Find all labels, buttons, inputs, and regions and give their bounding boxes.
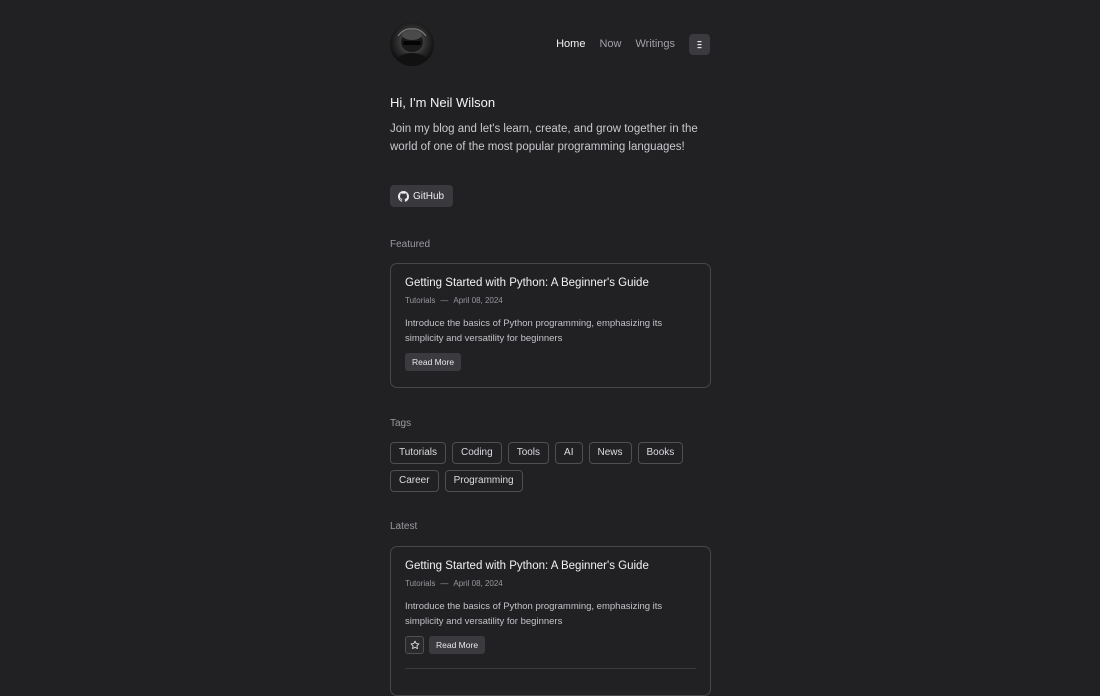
avatar[interactable] [390,22,434,66]
latest-post-card[interactable]: Getting Started with Python: A Beginner'… [390,546,711,696]
menu-icon [697,40,702,48]
tag-programming[interactable]: Programming [444,470,523,492]
post-actions: Read More [405,353,696,371]
post-category[interactable]: Tutorials [405,579,435,588]
featured-heading: Featured [390,239,431,250]
tag-tools[interactable]: Tools [507,442,550,464]
greeting-heading: Hi, I'm Neil Wilson [390,95,496,110]
post-meta: Tutorials — April 08, 2024 [405,578,696,589]
nav-home[interactable]: Home [556,33,585,55]
post-category[interactable]: Tutorials [405,296,435,305]
post-date: April 08, 2024 [453,579,503,588]
tag-list: Tutorials Coding Tools AI News Books Car… [390,442,720,498]
post-title[interactable]: Getting Started with Python: A Beginner'… [405,559,696,574]
avatar-photo [396,28,428,66]
tag-career[interactable]: Career [390,470,439,492]
read-more-button[interactable]: Read More [405,353,462,371]
github-button[interactable]: GitHub [390,185,454,207]
tags-heading: Tags [390,418,412,429]
card-divider [405,668,696,669]
github-icon [398,190,409,202]
site-header: Home Now Writings [390,22,710,66]
post-description: Introduce the basics of Python programmi… [405,318,663,344]
nav-writings[interactable]: Writings [635,33,675,55]
github-label: GitHub [413,190,445,202]
meta-separator: — [440,296,449,305]
post-meta: Tutorials — April 08, 2024 [405,295,696,306]
post-actions: Read More [405,636,696,654]
post-description: Introduce the basics of Python programmi… [405,601,663,627]
post-date: April 08, 2024 [453,296,503,305]
tag-news[interactable]: News [588,442,632,464]
tag-books[interactable]: Books [637,442,684,464]
menu-button[interactable] [689,33,710,55]
meta-separator: — [440,579,449,588]
star-icon [410,640,419,649]
intro-text: Join my blog and let's learn, create, an… [390,123,698,153]
read-more-button[interactable]: Read More [429,636,486,654]
main-nav: Home Now Writings [556,33,710,55]
tag-coding[interactable]: Coding [451,442,502,464]
post-title[interactable]: Getting Started with Python: A Beginner'… [405,276,696,291]
nav-now[interactable]: Now [599,33,621,55]
star-button[interactable] [405,636,424,654]
tag-tutorials[interactable]: Tutorials [390,442,446,464]
featured-post-card[interactable]: Getting Started with Python: A Beginner'… [390,263,711,388]
tag-ai[interactable]: AI [555,442,583,464]
latest-heading: Latest [390,521,418,532]
